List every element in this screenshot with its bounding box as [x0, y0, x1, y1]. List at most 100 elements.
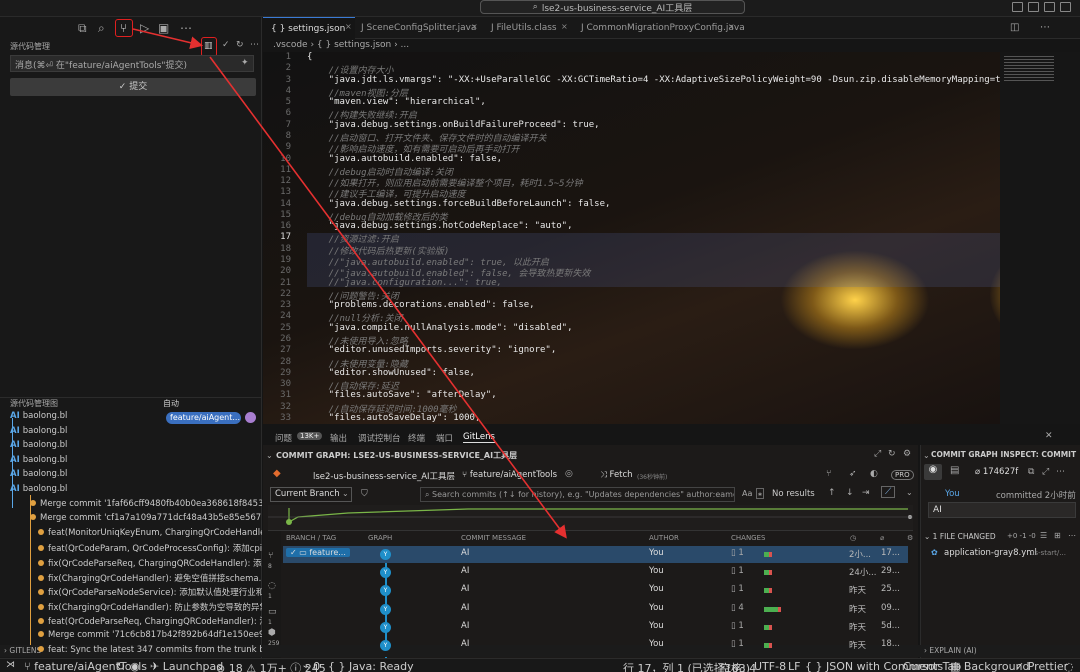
- more-icon[interactable]: ⋯: [1056, 467, 1065, 477]
- column-header[interactable]: GRAPH: [368, 534, 392, 542]
- case-toggle[interactable]: Aa: [742, 489, 752, 498]
- sync-icon[interactable]: ↻: [116, 660, 125, 672]
- list-item[interactable]: fix(QrCodeParseReq, ChargingQRCodeHandle…: [0, 557, 262, 571]
- gear-icon[interactable]: ⚙: [903, 449, 911, 459]
- fetch-button[interactable]: ⤨ Fetch: [600, 470, 633, 480]
- table-row[interactable]: AI You ▯ 4 昨天 09...: [283, 601, 908, 618]
- search-icon[interactable]: ⌕: [98, 21, 105, 36]
- column-header[interactable]: AUTHOR: [649, 534, 679, 542]
- prettier-status[interactable]: ✓ Prettier: [1015, 660, 1068, 672]
- refresh-icon[interactable]: ↻: [236, 40, 244, 50]
- sha-icon[interactable]: ⌀: [880, 534, 884, 542]
- launchpad-button[interactable]: ✈ Launchpad: [150, 660, 223, 672]
- arrow-up-icon[interactable]: ↑: [828, 488, 836, 498]
- list-item[interactable]: AI baolong.bl: [0, 426, 262, 440]
- code-line[interactable]: "java.debug.settings.onBuildFailureProce…: [307, 120, 1000, 130]
- graph-header[interactable]: 源代码管理图: [0, 397, 262, 409]
- table-row[interactable]: ✓ ▭ feature... AI You ▯ 1 2小... 17...: [283, 546, 908, 563]
- check-icon[interactable]: ✓: [222, 40, 230, 50]
- graph-side-icon[interactable]: ⬢: [268, 628, 276, 638]
- java-status[interactable]: { } Java: Ready: [328, 660, 414, 672]
- open-icon[interactable]: ⤢: [874, 449, 881, 459]
- code-line[interactable]: "java.debug.settings.hotCodeReplace": "a…: [307, 221, 1000, 231]
- panel-tab[interactable]: 调试控制台: [358, 432, 401, 444]
- tab-1[interactable]: J SceneConfigSplitter.java: [353, 17, 481, 39]
- chevron-down-icon[interactable]: ⌄: [923, 451, 930, 460]
- commit-search-input[interactable]: ⌕ Search commits (↑↓ for history), e.g. …: [420, 487, 735, 502]
- commit-author[interactable]: You: [945, 489, 960, 499]
- list-item[interactable]: AI baolong.bl: [0, 455, 262, 469]
- list-item[interactable]: AI baolong.bl: [0, 469, 262, 483]
- graph-side-icon[interactable]: ▭: [268, 607, 277, 617]
- list-item[interactable]: fix(ChargingQrCodeHandler): 防止参数为空导致的异常.…: [0, 601, 262, 615]
- working-changes-icon[interactable]: ▤: [950, 465, 959, 476]
- explain-section[interactable]: › EXPLAIN (AI): [924, 646, 977, 655]
- breadcrumb[interactable]: .vscode › { } settings.json › ...: [273, 40, 409, 50]
- commit-message-input[interactable]: 消息(⌘⏎ 在"feature/aiAgentTools"提交): [10, 55, 254, 72]
- gear-icon[interactable]: ⚙: [907, 534, 913, 542]
- code-line[interactable]: "maven.view": "hierarchical",: [307, 97, 1000, 107]
- sidebar-toggle-icon[interactable]: [1044, 2, 1055, 12]
- pro-badge[interactable]: PRO: [891, 470, 914, 480]
- minimap-chart-icon[interactable]: ⟋: [881, 486, 896, 498]
- chevron-down-icon[interactable]: ⌄: [906, 488, 913, 497]
- close-icon[interactable]: ×: [728, 22, 735, 31]
- copy-icon[interactable]: ⧉: [1028, 467, 1034, 477]
- table-row[interactable]: AI You ▯ 1 昨天 18...: [283, 637, 908, 654]
- commit-node[interactable]: Y: [380, 640, 391, 651]
- list-item[interactable]: feat(MonitorUniqKeyEnum, ChargingQrCodeH…: [0, 528, 262, 542]
- chevron-down-icon[interactable]: ⌄: [266, 451, 273, 460]
- ports-status[interactable]: ⌁ 0: [303, 660, 320, 672]
- close-icon[interactable]: ×: [345, 22, 352, 31]
- code-line[interactable]: "java.autobuild.enabled": false,: [307, 154, 1000, 164]
- run-debug-icon[interactable]: ▷: [140, 21, 149, 35]
- panel-toggle-icon[interactable]: [1028, 2, 1039, 12]
- arrow-down-icon[interactable]: ↓: [846, 488, 854, 498]
- bell-icon[interactable]: ◌: [1064, 660, 1074, 672]
- code-line[interactable]: "problems.decorations.enabled": false,: [307, 300, 1000, 310]
- list-item[interactable]: feat: Sync the latest 347 commits from t…: [0, 645, 262, 659]
- layout-toggle-icon[interactable]: [1012, 2, 1023, 12]
- list-item[interactable]: feat(QrCodeParam, QrCodeProcessConfig): …: [0, 542, 262, 556]
- graph-minimap[interactable]: [268, 505, 913, 531]
- command-center[interactable]: ⌕ lse2-us-business-service_AI工具层: [480, 0, 745, 14]
- list-view-icon[interactable]: ☰: [1040, 531, 1047, 540]
- tab-3[interactable]: J CommonMigrationProxyConfig.java: [573, 17, 745, 39]
- branch-filter-select[interactable]: Current Branch: [270, 487, 352, 502]
- code-line[interactable]: "java.compile.nullAnalysis.mode": "disab…: [307, 323, 1000, 333]
- sparkle-icon[interactable]: ✦: [241, 58, 249, 68]
- close-icon[interactable]: ✕: [1045, 431, 1053, 441]
- more-icon[interactable]: ⋯: [1040, 22, 1050, 33]
- code-line[interactable]: "editor.unusedImports.severity": "ignore…: [307, 345, 1000, 355]
- code-line[interactable]: "files.autoSave": "afterDelay",: [307, 390, 1000, 400]
- tab-2[interactable]: J FileUtils.class: [483, 17, 571, 39]
- remote-icon[interactable]: ⋊: [6, 660, 15, 670]
- panel-tab[interactable]: GitLens: [463, 432, 495, 443]
- panel-tab[interactable]: 终端: [408, 432, 425, 444]
- tab-0[interactable]: { } settings.json: [263, 17, 355, 39]
- rocket-icon[interactable]: ➶: [849, 469, 857, 479]
- more-icon[interactable]: ⋯: [250, 40, 259, 50]
- filter-icon[interactable]: ⛉: [361, 489, 368, 499]
- graph-side-icon[interactable]: ◌: [268, 581, 276, 591]
- customize-layout-icon[interactable]: [1060, 2, 1071, 12]
- tree-view-icon[interactable]: ⊞: [1054, 531, 1061, 540]
- close-icon[interactable]: ×: [561, 22, 568, 31]
- table-row[interactable]: AI You ▯ 1 昨天 5d...: [283, 619, 908, 636]
- minimap[interactable]: [1000, 52, 1080, 424]
- list-item[interactable]: Merge commit '1faf66cff9480fb40b0ea36861…: [0, 499, 262, 513]
- code-line[interactable]: "java.debug.settings.forceBuildBeforeLau…: [307, 199, 1000, 209]
- refresh-icon[interactable]: ↻: [888, 449, 896, 459]
- status-branch[interactable]: ⑂ feature/aiAgentTools: [24, 660, 147, 672]
- list-item[interactable]: fix(QrCodeParseNodeService): 添加默认值处理行业和查…: [0, 586, 262, 600]
- files-changed-header[interactable]: ⌄ 1 FILE CHANGED: [924, 532, 996, 541]
- column-header[interactable]: COMMIT MESSAGE: [461, 534, 526, 542]
- copy-icon[interactable]: ⧉: [78, 21, 87, 36]
- code-line[interactable]: "files.autoSaveDelay": 1000,: [307, 413, 1000, 423]
- commit-node[interactable]: Y: [380, 549, 391, 560]
- repo-name[interactable]: lse2-us-business-service_AI工具层: [313, 470, 455, 482]
- merge-icon[interactable]: ⑂: [826, 469, 831, 479]
- list-item[interactable]: AI baolong.bl: [0, 440, 262, 454]
- panel-tab[interactable]: 端口: [436, 432, 453, 444]
- branch-selector[interactable]: ⑂ feature/aiAgentTools: [462, 470, 557, 480]
